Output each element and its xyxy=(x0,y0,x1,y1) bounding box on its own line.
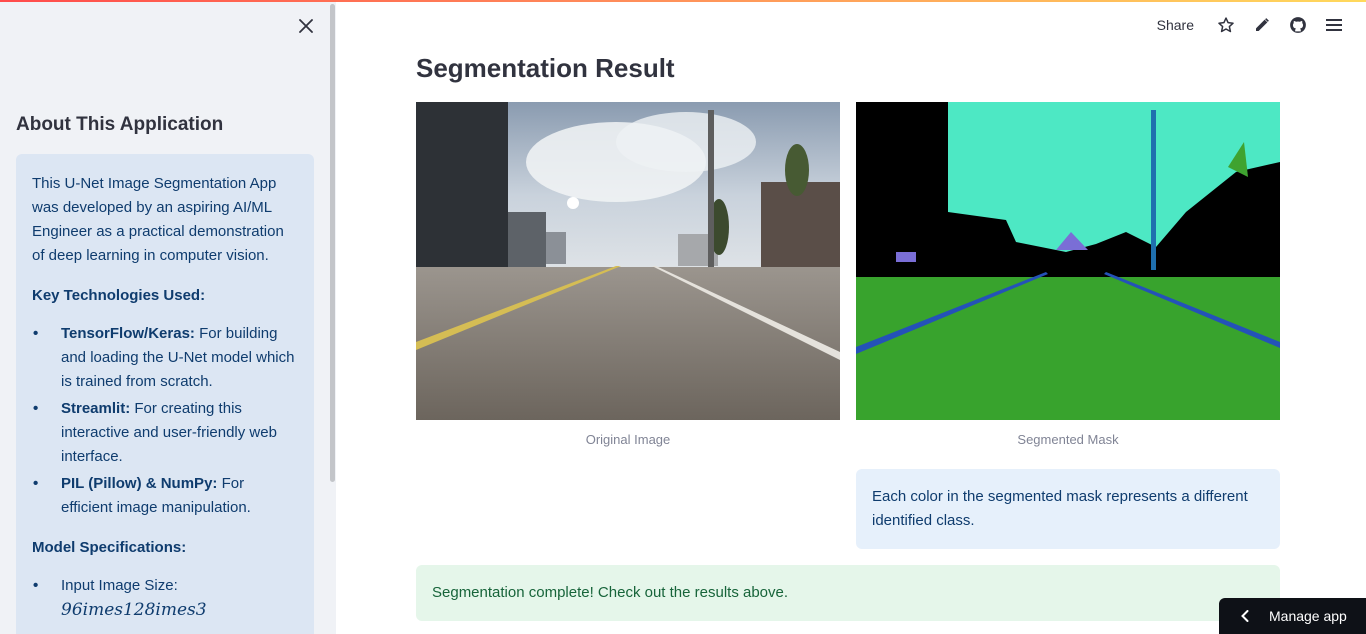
about-info-box: This U-Net Image Segmentation App was de… xyxy=(16,154,314,634)
specs-list: Input Image Size: 96imes128imes3 xyxy=(32,574,298,622)
tech-name: TensorFlow/Keras: xyxy=(61,325,195,342)
list-item: Input Image Size: 96imes128imes3 xyxy=(32,574,298,622)
segmented-mask-image xyxy=(856,102,1280,420)
list-item: TensorFlow/Keras: For building and loadi… xyxy=(32,322,298,394)
page-title: Segmentation Result xyxy=(416,53,675,83)
main-menu-button[interactable] xyxy=(1316,10,1352,40)
mask-info-note: Each color in the segmented mask represe… xyxy=(856,469,1280,549)
about-intro: This U-Net Image Segmentation App was de… xyxy=(32,175,284,264)
tech-name: Streamlit: xyxy=(61,400,131,417)
top-decoration-stripe xyxy=(0,0,1366,2)
sidebar: About This Application This U-Net Image … xyxy=(0,0,336,634)
top-toolbar: Share xyxy=(1157,10,1352,40)
github-button[interactable] xyxy=(1280,10,1316,40)
specs-heading: Model Specifications: xyxy=(32,539,187,556)
mask-image-graphic xyxy=(856,102,1280,420)
manage-app-button[interactable]: Manage app xyxy=(1219,598,1366,634)
street-scene-image xyxy=(416,102,840,420)
star-icon xyxy=(1218,17,1234,33)
edit-button[interactable] xyxy=(1244,10,1280,40)
technologies-list: TensorFlow/Keras: For building and loadi… xyxy=(32,322,298,520)
close-icon xyxy=(299,19,313,33)
tech-name: PIL (Pillow) & NumPy: xyxy=(61,475,218,492)
original-image-caption: Original Image xyxy=(585,432,671,447)
original-image xyxy=(416,102,840,420)
spec-label: Input Image Size: xyxy=(61,577,178,594)
share-button[interactable]: Share xyxy=(1157,17,1194,33)
list-item: Streamlit: For creating this interactive… xyxy=(32,397,298,469)
github-icon xyxy=(1290,17,1306,33)
success-alert: Segmentation complete! Check out the res… xyxy=(416,565,1280,621)
manage-app-label: Manage app xyxy=(1269,608,1347,624)
spec-math-value: 96imes128imes3 xyxy=(61,600,207,620)
list-item: PIL (Pillow) & NumPy: For efficient imag… xyxy=(32,472,298,520)
close-sidebar-button[interactable] xyxy=(294,14,318,38)
chevron-left-icon xyxy=(1241,610,1249,622)
menu-icon xyxy=(1326,19,1342,31)
sidebar-heading: About This Application xyxy=(16,114,224,135)
segmented-mask-caption: Segmented Mask xyxy=(1017,432,1119,447)
favorite-button[interactable] xyxy=(1208,10,1244,40)
tech-heading: Key Technologies Used: xyxy=(32,287,206,304)
pencil-icon xyxy=(1256,18,1269,31)
sidebar-scrollbar-thumb[interactable] xyxy=(330,4,335,482)
